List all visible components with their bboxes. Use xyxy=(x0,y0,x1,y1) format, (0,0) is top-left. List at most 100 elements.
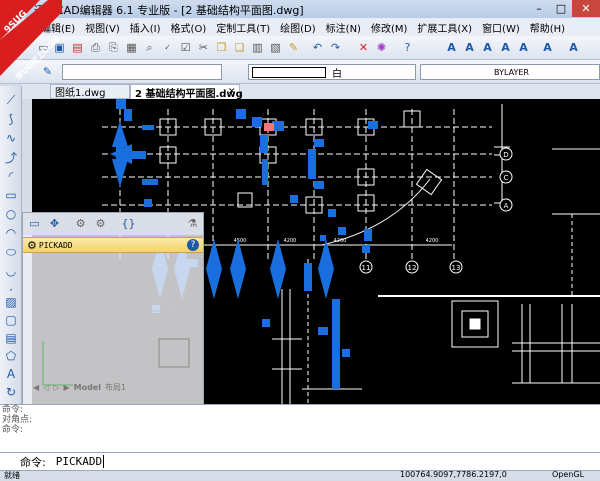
axis-label-a: A xyxy=(504,202,509,210)
dim-text: 4500 xyxy=(234,238,247,244)
boundary-icon[interactable]: ⬠ xyxy=(3,348,19,364)
tab-foundation-plan[interactable]: 2 基础结构平面图.dwg xyxy=(130,84,243,100)
text-edit-icon[interactable]: A xyxy=(480,40,495,55)
panel-filter-icon[interactable]: ⚙ xyxy=(73,216,88,231)
pdf-icon[interactable]: ▤ xyxy=(70,40,85,55)
copy-icon[interactable]: ❐ xyxy=(214,40,229,55)
region-icon[interactable]: ▢ xyxy=(3,312,19,328)
text-find-icon[interactable]: A xyxy=(498,40,513,55)
nav-prev-icon[interactable]: ◁ xyxy=(43,383,49,392)
tab-layout1[interactable]: 布局1 xyxy=(105,382,126,393)
paste-icon[interactable]: ❏ xyxy=(232,40,247,55)
panel-braces-icon[interactable]: {} xyxy=(121,216,136,231)
refresh-icon[interactable]: ↻ xyxy=(3,384,19,400)
command-prompt: 命令: xyxy=(20,455,46,469)
status-bar: 就绪 100764.9097,7786.2197,0 OpenGL xyxy=(0,470,600,480)
help-icon[interactable]: ? xyxy=(187,239,199,251)
text-justify-icon[interactable]: A xyxy=(540,40,555,55)
text-style-icon[interactable]: A xyxy=(462,40,477,55)
linetype-dropdown[interactable]: BYLAYER xyxy=(420,64,600,80)
panel-settings-icon[interactable]: ⚙ xyxy=(93,216,108,231)
undo-icon[interactable]: ↶ xyxy=(310,40,325,55)
revision-cloud-icon[interactable]: ◠ xyxy=(3,225,19,241)
coordinate-readout: 100764.9097,7786.2197,0 xyxy=(400,470,507,479)
layer-dropdown[interactable] xyxy=(62,64,222,80)
standard-toolbar: ▭ ▣ ▤ ⎙ ⎘ ▦ ⌕ ✓ ☑ ✂ ❐ ❏ ▥ ▧ ✎ ↶ ↷ ✕ ✺ ? … xyxy=(0,36,600,60)
menu-window[interactable]: 窗口(W) xyxy=(477,20,525,35)
tab-drawing1[interactable]: 图纸1.dwg xyxy=(50,84,130,99)
history-line: 对角点: xyxy=(2,415,33,425)
redo-icon[interactable]: ↷ xyxy=(328,40,343,55)
panel-view-icon[interactable]: ▭ xyxy=(27,216,42,231)
command-name: PICKADD xyxy=(38,240,73,250)
panel-flask-icon[interactable]: ⚗ xyxy=(185,216,200,231)
menu-help[interactable]: 帮助(H) xyxy=(525,20,570,35)
rectangle-icon[interactable]: ▭ xyxy=(3,187,19,203)
menu-bar: 编辑(E) 视图(V) 插入(I) 格式(O) 定制工具(T) 绘图(D) 标注… xyxy=(0,18,600,36)
explode-icon[interactable]: ✺ xyxy=(374,40,389,55)
text-cursor xyxy=(103,455,105,468)
minimize-button[interactable]: – xyxy=(528,0,550,17)
menu-extend[interactable]: 扩展工具(X) xyxy=(412,20,477,35)
dim-text: 4200 xyxy=(284,238,297,244)
delete-icon[interactable]: ✕ xyxy=(356,40,371,55)
ellipse-arc-icon[interactable]: ◡ xyxy=(3,263,19,279)
circle-icon[interactable]: ○ xyxy=(3,206,19,222)
dim-text: 4200 xyxy=(426,238,439,244)
print-icon[interactable]: ⎙ xyxy=(88,40,103,55)
text-scale-icon[interactable]: A xyxy=(516,40,531,55)
menu-tools[interactable]: 定制工具(T) xyxy=(211,20,275,35)
hatch-icon[interactable]: ▨ xyxy=(3,294,19,310)
polyline-icon[interactable]: ⟆ xyxy=(3,111,19,127)
window-title: 迅捷CAD编辑器 6.1 专业版 - [2 基础结构平面图.dwg] xyxy=(34,4,304,17)
block-icon[interactable]: ▧ xyxy=(268,40,283,55)
table-icon[interactable]: ▤ xyxy=(3,330,19,346)
status-text: 就绪 xyxy=(4,471,20,480)
color-dropdown[interactable]: 白 xyxy=(248,64,416,80)
check-icon[interactable]: ☑ xyxy=(178,40,193,55)
axis-label-12: 12 xyxy=(408,264,417,272)
mtext-icon[interactable]: A xyxy=(3,366,19,382)
tab-close-icon[interactable]: ✕ xyxy=(228,84,240,99)
menu-modify[interactable]: 修改(M) xyxy=(366,20,412,35)
find-icon[interactable]: ⌕ xyxy=(142,40,157,55)
menu-draw[interactable]: 绘图(D) xyxy=(275,20,321,35)
command-input[interactable]: PICKADD xyxy=(56,455,102,468)
nav-last-icon[interactable]: ▶ xyxy=(63,383,69,392)
close-button[interactable]: ✕ xyxy=(572,0,600,17)
menu-dimension[interactable]: 标注(N) xyxy=(321,20,366,35)
panel-select-icon[interactable]: ✥ xyxy=(47,216,62,231)
maximize-button[interactable]: □ xyxy=(550,0,572,17)
axis-label-d: D xyxy=(503,151,508,159)
dim-text: 4200 xyxy=(334,238,347,244)
command-line[interactable]: 命令: PICKADD xyxy=(0,452,600,470)
paste-special-icon[interactable]: ▥ xyxy=(250,40,265,55)
nav-first-icon[interactable]: ◀ xyxy=(33,383,39,392)
tab-model[interactable]: Model xyxy=(74,383,101,392)
spellcheck-icon[interactable]: ✓ xyxy=(160,40,175,55)
nav-next-icon[interactable]: ▷ xyxy=(53,383,59,392)
arc-icon[interactable]: ◜ xyxy=(3,168,19,184)
line-icon[interactable]: ⟋ xyxy=(3,92,19,108)
axis-label-13: 13 xyxy=(452,264,461,272)
axis-label-c: C xyxy=(504,174,509,182)
text-icon[interactable]: A xyxy=(444,40,459,55)
spline-icon[interactable]: ∿ xyxy=(3,130,19,146)
help-icon[interactable]: ? xyxy=(400,40,415,55)
menu-insert[interactable]: 插入(I) xyxy=(125,20,166,35)
match-properties-icon[interactable]: ✎ xyxy=(286,40,301,55)
cut-icon[interactable]: ✂ xyxy=(196,40,211,55)
plot-icon[interactable]: ▦ xyxy=(124,40,139,55)
text-mtext-icon[interactable]: A xyxy=(566,40,581,55)
command-history: 命令: 对角点: 命令: xyxy=(0,404,600,452)
menu-format[interactable]: 格式(O) xyxy=(166,20,212,35)
opengl-indicator: OpenGL xyxy=(552,470,585,479)
ellipse-icon[interactable]: ⬭ xyxy=(3,244,19,260)
ray-icon[interactable]: ⤴ xyxy=(3,149,19,165)
axis-label-11: 11 xyxy=(362,264,371,272)
print-preview-icon[interactable]: ⎘ xyxy=(106,40,121,55)
history-line: 命令: xyxy=(2,425,24,435)
color-value: 白 xyxy=(332,68,342,80)
menu-view[interactable]: 视图(V) xyxy=(80,20,125,35)
draw-toolbar: ⟋ ⟆ ∿ ⤴ ◜ ▭ ○ ◠ ⬭ ◡ · ▨ ▢ ▤ ⬠ A ↻ xyxy=(0,86,22,404)
